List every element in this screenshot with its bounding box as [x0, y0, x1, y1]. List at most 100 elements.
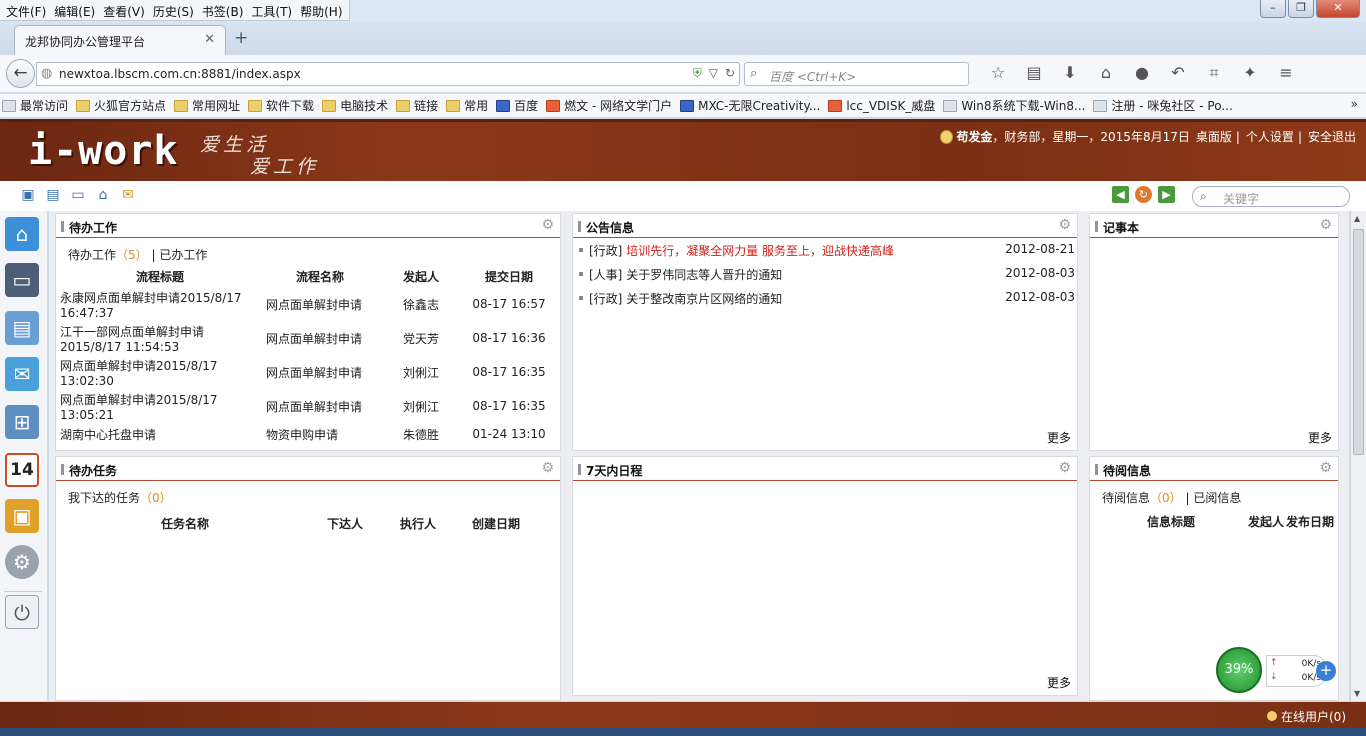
monitor-icon[interactable]: ▭	[70, 187, 86, 203]
arrow-right-icon[interactable]: ▶	[1158, 186, 1175, 203]
sidebar-contacts-icon[interactable]: ▣	[5, 499, 39, 533]
maximize-button[interactable]: ❐	[1288, 0, 1314, 18]
menu-tools[interactable]: 工具(T)	[249, 0, 298, 20]
tab-done-work[interactable]: 已办工作	[159, 248, 207, 262]
sidebar-document-icon[interactable]: ▤	[5, 311, 39, 345]
chat-icon[interactable]: ●	[1124, 63, 1160, 83]
gear-icon[interactable]: ⚙	[1319, 460, 1332, 476]
scroll-up-icon[interactable]: ▲	[1354, 214, 1360, 223]
dropdown-icon[interactable]: ▽	[709, 66, 718, 81]
gear-icon[interactable]: ⚙	[541, 460, 554, 476]
bookmark-item[interactable]: 百度	[496, 97, 538, 114]
new-tab-button[interactable]: +	[234, 28, 248, 48]
gear-icon[interactable]: ⚙	[541, 217, 554, 233]
back-button[interactable]: ←	[6, 59, 35, 88]
sidebar-chat-icon[interactable]: ✉	[5, 357, 39, 391]
menu-view[interactable]: 查看(V)	[101, 0, 151, 20]
notice-title[interactable]: 关于整改南京片区网络的通知	[626, 292, 782, 306]
refresh-icon[interactable]: ↻	[1135, 186, 1152, 203]
bookmark-item[interactable]: 链接	[396, 97, 438, 114]
table-row[interactable]: 湖南中心托盘申请 物资申购申请 朱德胜 01-24 13:10	[60, 423, 556, 445]
gear-icon[interactable]: ⚙	[1319, 217, 1332, 233]
mail-icon[interactable]: ✉	[120, 187, 136, 203]
bookmark-item[interactable]: 常用网址	[174, 97, 240, 114]
bookmark-item[interactable]: lcc_VDISK_威盘	[828, 97, 935, 114]
reload-icon[interactable]: ↻	[725, 66, 735, 81]
more-link[interactable]: 更多	[1308, 429, 1332, 446]
logout-link[interactable]: 安全退出	[1308, 128, 1356, 145]
tab-my-tasks[interactable]: 我下达的任务（0）	[68, 491, 172, 505]
menu-file[interactable]: 文件(F)	[4, 0, 52, 20]
sidebar-power-icon[interactable]: ⏻	[5, 595, 39, 629]
menu-icon[interactable]: ≡	[1268, 63, 1304, 83]
more-link[interactable]: 更多	[1047, 674, 1071, 691]
sidebar-org-chart-icon[interactable]: ⊞	[5, 405, 39, 439]
sidebar-calendar-icon[interactable]: 14	[5, 453, 39, 487]
table-row[interactable]: 网点面单解封申请2015/8/17 13:05:21 网点面单解封申请 刘俐江 …	[60, 389, 556, 423]
browser-search-box[interactable]: ⌕ 百度 <Ctrl+K>	[744, 62, 969, 86]
page-scrollbar[interactable]: ▲ ▼	[1350, 211, 1366, 701]
browser-tab[interactable]: 龙邦协同办公管理平台 ✕	[14, 25, 226, 55]
desktop-version-link[interactable]: 桌面版	[1196, 128, 1232, 145]
tab-read[interactable]: 已阅信息	[1193, 491, 1241, 505]
row-title[interactable]: 网点面单解封申请2015/8/17 13:02:30	[60, 355, 260, 389]
extension-icon[interactable]: ✦	[1232, 63, 1268, 83]
menu-history[interactable]: 历史(S)	[151, 0, 200, 20]
scroll-thumb[interactable]	[1353, 229, 1364, 455]
bookmark-item[interactable]: 常用	[446, 97, 488, 114]
sidebar-home-icon[interactable]: ⌂	[5, 217, 39, 251]
table-row[interactable]: 网点面单解封申请2015/8/17 13:02:30 网点面单解封申请 刘俐江 …	[60, 355, 556, 389]
menu-help[interactable]: 帮助(H)	[298, 0, 348, 20]
notice-title[interactable]: 培训先行，凝聚全网力量 服务至上，迎战快递高峰	[626, 244, 894, 258]
bookmark-item[interactable]: 软件下载	[248, 97, 314, 114]
scroll-down-icon[interactable]: ▼	[1354, 689, 1360, 698]
table-row[interactable]: 江干一部网点面单解封申请2015/8/17 11:54:53 网点面单解封申请 …	[60, 321, 556, 355]
bookmark-item[interactable]: 燃文 - 网络文学门户	[546, 97, 672, 114]
close-tab-icon[interactable]: ✕	[204, 32, 215, 47]
tab-todo-work[interactable]: 待办工作（5）	[68, 248, 148, 262]
home-icon[interactable]: ⌂	[1088, 63, 1124, 83]
layout-one-icon[interactable]: ▣	[20, 187, 36, 203]
notice-title[interactable]: 关于罗伟同志等人晋升的通知	[626, 268, 782, 282]
notice-item[interactable]: [人事] 关于罗伟同志等人晋升的通知 2012-08-03	[579, 266, 1075, 283]
home-icon[interactable]: ⌂	[95, 187, 111, 203]
sidebar-settings-icon[interactable]: ⚙	[5, 545, 39, 579]
row-title[interactable]: 江干一部网点面单解封申请2015/8/17 11:54:53	[60, 321, 260, 355]
memory-percent[interactable]: 39%	[1216, 647, 1262, 693]
arrow-left-icon[interactable]: ◀	[1112, 186, 1129, 203]
plus-icon[interactable]: +	[1316, 661, 1336, 681]
gear-icon[interactable]: ⚙	[1058, 217, 1071, 233]
row-title[interactable]: 湖南中心托盘申请	[60, 423, 260, 445]
crop-icon[interactable]: ⌗	[1196, 63, 1232, 83]
menu-bookmarks[interactable]: 书签(B)	[200, 0, 250, 20]
close-window-button[interactable]: ✕	[1316, 0, 1360, 18]
bookmark-item[interactable]: 火狐官方站点	[76, 97, 166, 114]
notice-item[interactable]: [行政] 关于整改南京片区网络的通知 2012-08-03	[579, 290, 1075, 307]
address-bar[interactable]: ◍ newxtoa.lbscm.com.cn:8881/index.aspx ⛨…	[36, 62, 740, 86]
bookmark-item[interactable]: 最常访问	[2, 97, 68, 114]
bookmarks-overflow-icon[interactable]: »	[1351, 97, 1358, 111]
bookmark-item[interactable]: 注册 - 咪兔社区 - Po...	[1093, 97, 1233, 114]
keyword-search-input[interactable]: ⌕ 关键字	[1192, 186, 1350, 207]
personal-settings-link[interactable]: 个人设置	[1246, 128, 1294, 145]
more-link[interactable]: 更多	[1047, 429, 1071, 446]
menu-edit[interactable]: 编辑(E)	[52, 0, 101, 20]
bookmark-star-icon[interactable]: ☆	[980, 63, 1016, 83]
bookmark-item[interactable]: MXC-无限Creativity...	[680, 97, 820, 114]
bookmark-item[interactable]: Win8系统下载-Win8...	[943, 97, 1085, 114]
gear-icon[interactable]: ⚙	[1058, 460, 1071, 476]
notice-item[interactable]: [行政] 培训先行，凝聚全网力量 服务至上，迎战快递高峰 2012-08-21	[579, 242, 1075, 259]
undo-icon[interactable]: ↶	[1160, 63, 1196, 83]
row-title[interactable]: 网点面单解封申请2015/8/17 13:05:21	[60, 389, 260, 423]
download-icon[interactable]: ⬇	[1052, 63, 1088, 83]
reading-list-icon[interactable]: ▤	[1016, 63, 1052, 83]
shield-icon[interactable]: ⛨	[693, 66, 702, 81]
bookmark-item[interactable]: 电脑技术	[322, 97, 388, 114]
tab-to-read[interactable]: 待阅信息（0）	[1102, 491, 1182, 505]
online-users[interactable]: 在线用户(0)	[1267, 708, 1346, 725]
table-row[interactable]: 永康网点面单解封申请2015/8/17 16:47:37 网点面单解封申请 徐鑫…	[60, 287, 556, 321]
layout-two-icon[interactable]: ▤	[45, 187, 61, 203]
minimize-button[interactable]: –	[1260, 0, 1286, 18]
row-title[interactable]: 永康网点面单解封申请2015/8/17 16:47:37	[60, 287, 260, 321]
sidebar-monitor-icon[interactable]: ▭	[5, 263, 39, 297]
